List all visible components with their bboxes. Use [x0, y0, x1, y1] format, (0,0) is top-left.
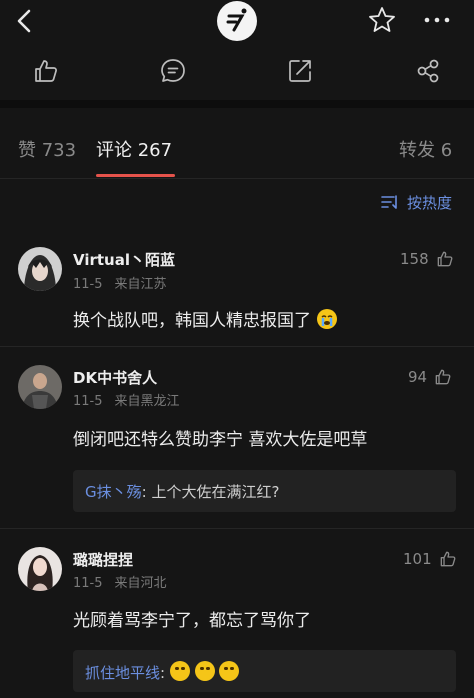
tab-reposts[interactable]: 转发 6	[399, 136, 452, 162]
like-count: 101	[403, 550, 432, 568]
like-thumb-icon	[437, 251, 453, 267]
grinning-emoji-icon	[194, 661, 215, 681]
app-logo-icon[interactable]	[217, 1, 257, 41]
comment-location: 来自江苏	[114, 277, 167, 292]
section-divider	[0, 100, 474, 108]
tab-likes[interactable]: 赞 733	[18, 136, 76, 162]
reply-preview[interactable]: G抹丶殇: 上个大佐在满江红?	[73, 470, 456, 512]
favorite-star-icon[interactable]	[367, 5, 397, 35]
comment-location: 来自黑龙江	[114, 394, 180, 409]
repost-share-icon[interactable]	[285, 56, 315, 86]
like-thumb-icon	[435, 369, 451, 385]
like-thumb-icon[interactable]	[31, 56, 61, 86]
sort-label: 按热度	[407, 193, 453, 212]
avatar[interactable]	[18, 547, 62, 591]
more-options-icon[interactable]	[420, 6, 454, 34]
like-count: 94	[408, 368, 428, 386]
share-nodes-icon[interactable]	[413, 56, 443, 86]
crying-emoji-icon	[317, 309, 338, 329]
comment-text: 光顾着骂李宁了，都忘了骂你了	[73, 611, 311, 631]
top-bar	[0, 0, 474, 44]
comment-username[interactable]: 璐璐捏捏	[73, 549, 133, 570]
comment-divider	[0, 528, 474, 529]
avatar[interactable]	[18, 247, 62, 291]
comment-date: 11-5	[73, 277, 103, 292]
avatar[interactable]	[18, 365, 62, 409]
tab-comments[interactable]: 评论 267	[96, 136, 172, 162]
reply-colon: :	[141, 483, 152, 501]
comment-meta: 11-5 来自河北	[73, 572, 167, 591]
reply-username[interactable]: G抹丶殇	[85, 483, 142, 501]
comment-bubble-icon[interactable]	[158, 56, 188, 86]
sort-icon	[381, 195, 397, 209]
reply-colon: :	[160, 664, 170, 682]
comment-text: 换个战队吧，韩国人精忠报国了	[73, 306, 338, 331]
comment-text: 倒闭吧还特么赞助李宁 喜欢大佐是吧草	[73, 430, 368, 450]
comment-username[interactable]: Virtual丶陌蓝	[73, 249, 175, 270]
like-thumb-icon	[440, 551, 456, 567]
back-arrow-icon[interactable]	[10, 6, 40, 36]
active-tab-indicator	[96, 174, 175, 177]
action-row	[0, 44, 474, 98]
grinning-emoji-icon	[169, 661, 190, 681]
reply-username[interactable]: 抓住地平线	[85, 664, 160, 682]
comment-like-button[interactable]: 101	[403, 549, 458, 569]
comment-date: 11-5	[73, 576, 103, 591]
comment-meta: 11-5 来自黑龙江	[73, 390, 180, 409]
tabs-divider	[0, 178, 474, 179]
comment-divider	[0, 346, 474, 347]
comment-meta: 11-5 来自江苏	[73, 273, 167, 292]
comment-like-button[interactable]: 158	[400, 249, 455, 269]
comment-location: 来自河北	[114, 576, 167, 591]
sort-by-hot-button[interactable]: 按热度	[381, 191, 452, 213]
comment-date: 11-5	[73, 394, 103, 409]
like-count: 158	[400, 250, 429, 268]
reply-text: 上个大佐在满江红?	[151, 483, 280, 501]
comment-username[interactable]: DK中书舍人	[73, 367, 157, 388]
grinning-emoji-icon	[219, 661, 240, 681]
reply-preview[interactable]: 抓住地平线:	[73, 650, 456, 692]
comment-like-button[interactable]: 94	[408, 367, 453, 387]
comment-text-content: 换个战队吧，韩国人精忠报国了	[73, 311, 311, 331]
